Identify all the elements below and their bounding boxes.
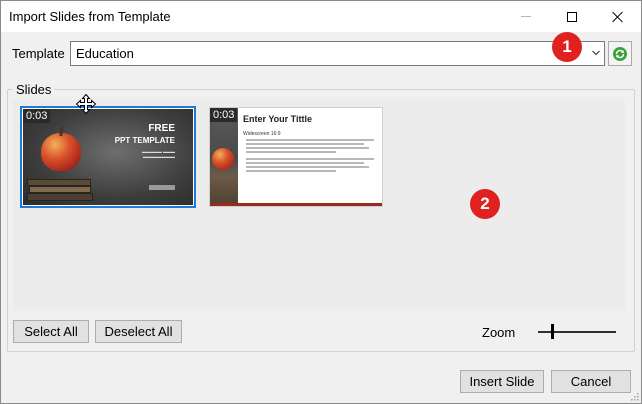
slide-thumbnail-2[interactable]: 0:03 Enter Your Tittle Widescreen 16:9 <box>209 107 383 207</box>
minimize-icon <box>521 16 531 17</box>
slide-footer-bar <box>210 203 382 206</box>
slide-duration: 0:03 <box>210 108 238 122</box>
template-value: Education <box>76 46 134 61</box>
slide-side-image <box>210 108 238 206</box>
select-all-button[interactable]: Select All <box>13 320 89 343</box>
close-icon <box>612 11 624 23</box>
slide-thumbnail-1[interactable]: 0:03 FREE PPT TEMPLATE ▬▬▬▬▬ ▬▬▬ ▬▬▬▬▬▬▬▬ <box>20 106 196 208</box>
cancel-button[interactable]: Cancel <box>551 370 631 393</box>
slide-heading: Enter Your Tittle <box>243 114 313 124</box>
maximize-icon <box>567 11 577 22</box>
refresh-button[interactable] <box>608 41 632 66</box>
chevron-down-icon <box>592 50 600 56</box>
import-slides-dialog: Import Slides from Template Template Edu… <box>0 0 642 404</box>
refresh-icon <box>613 46 627 61</box>
maximize-button[interactable] <box>549 1 595 32</box>
slide-small-text: ▬▬▬▬▬ ▬▬▬ ▬▬▬▬▬▬▬▬ <box>141 149 175 159</box>
books-graphic <box>27 179 93 201</box>
window-title: Import Slides from Template <box>9 9 171 24</box>
slide-small-button <box>149 185 175 190</box>
template-label: Template <box>12 46 65 61</box>
move-cursor-icon <box>76 94 96 114</box>
minimize-button[interactable] <box>503 1 549 32</box>
insert-slide-button[interactable]: Insert Slide <box>460 370 544 393</box>
annotation-badge-2: 2 <box>470 189 500 219</box>
slide-thumbnail-image: 0:03 FREE PPT TEMPLATE ▬▬▬▬▬ ▬▬▬ ▬▬▬▬▬▬▬▬ <box>23 109 193 205</box>
deselect-all-button[interactable]: Deselect All <box>95 320 182 343</box>
apple-graphic <box>41 133 81 171</box>
resize-grip-icon[interactable] <box>629 391 639 401</box>
slide-duration: 0:03 <box>23 109 51 123</box>
title-bar: Import Slides from Template <box>1 1 641 32</box>
zoom-label: Zoom <box>482 325 516 340</box>
zoom-slider-thumb[interactable] <box>550 324 554 339</box>
template-dropdown[interactable]: Education <box>70 41 605 66</box>
close-button[interactable] <box>595 1 641 32</box>
slide-body-text <box>246 139 374 174</box>
slide-subheading: Widescreen 16:9 <box>243 131 281 137</box>
slides-group-label: Slides <box>13 82 55 97</box>
annotation-badge-1: 1 <box>552 32 582 62</box>
slide-heading: FREE PPT TEMPLATE <box>114 123 175 145</box>
